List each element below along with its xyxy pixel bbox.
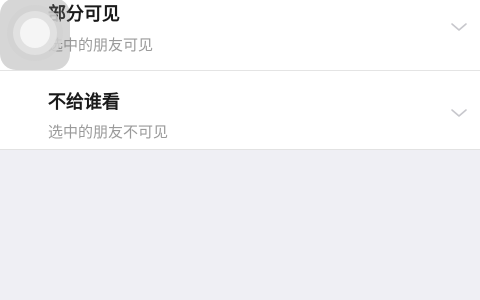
option-hidden-from[interactable]: 不给谁看 选中的朋友不可见 — [0, 71, 480, 149]
chevron-down-icon[interactable] — [450, 107, 468, 119]
option-partially-visible[interactable]: 部分可见 选中的朋友可见 — [0, 0, 480, 70]
assistive-touch-core — [20, 18, 50, 48]
assistive-touch-button[interactable] — [0, 0, 70, 70]
option-subtitle: 选中的朋友不可见 — [48, 123, 169, 141]
option-title: 不给谁看 — [48, 92, 120, 113]
divider — [0, 149, 480, 150]
chevron-down-icon[interactable] — [450, 21, 468, 33]
visibility-options-list: 部分可见 选中的朋友可见 不给谁看 选中的朋友不可见 — [0, 0, 480, 150]
